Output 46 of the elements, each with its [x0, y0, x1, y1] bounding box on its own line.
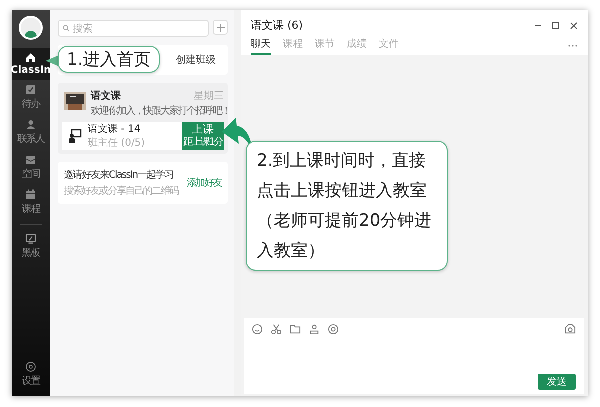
step-tooltip: 1.进入首页	[58, 46, 160, 73]
send-button[interactable]: 发送	[538, 374, 576, 390]
chat-title: 语文课 (6)	[251, 18, 304, 33]
camera-icon[interactable]	[565, 324, 576, 335]
settings-item[interactable]: 设置	[12, 357, 50, 392]
teacher-board-icon	[68, 129, 82, 143]
folder-icon[interactable]	[290, 324, 301, 335]
chat-tab[interactable]: 成绩	[347, 37, 367, 55]
sidebar-item[interactable]: 课程	[12, 185, 50, 220]
inbox-icon	[25, 154, 37, 166]
chat-tab[interactable]: 聊天	[251, 37, 271, 55]
invite-title: 邀请好友来ClassIn一起学习	[64, 168, 174, 182]
person-icon	[25, 119, 37, 131]
sidebar-item[interactable]: 待办	[12, 80, 50, 115]
create-class-label: 创建班级	[176, 54, 216, 67]
home-icon	[25, 52, 37, 64]
chat-tab[interactable]: 课节	[315, 37, 335, 55]
maximize-icon[interactable]	[552, 22, 560, 30]
scissors-icon[interactable]	[271, 324, 282, 335]
sidebar-item[interactable]: 空间	[12, 150, 50, 185]
plus-icon	[216, 24, 224, 32]
message-input[interactable]: 发送	[244, 318, 584, 394]
lesson-title: 语文课 - 14	[88, 122, 142, 136]
class-card[interactable]: 语文课 星期三 欢迎你加入，快跟大家打个招呼吧！ 语文课 - 14 班主任 (0/5) 上课 距上课1分	[58, 83, 228, 154]
step-tooltip: 2.到上课时间时，直接点击上课按钮进入教室（老师可提前20分钟进入教室）	[246, 141, 448, 271]
calendar-icon	[25, 189, 37, 201]
person-icon[interactable]	[309, 324, 320, 335]
invite-subtitle: 搜索好友或分享自己的二维码	[64, 184, 178, 198]
avatar[interactable]	[19, 16, 43, 40]
close-icon[interactable]	[570, 22, 578, 30]
class-day: 星期三	[194, 89, 224, 103]
emoji-icon[interactable]	[252, 324, 263, 335]
more-icon[interactable]	[568, 44, 578, 48]
add-friend-link[interactable]: 添加好友	[186, 176, 222, 190]
class-name: 语文课	[91, 90, 121, 103]
search-field[interactable]: 搜索	[58, 20, 209, 37]
add-button[interactable]	[213, 20, 228, 35]
board-icon	[25, 233, 37, 245]
sidebar-item[interactable]: 黑板	[12, 229, 50, 264]
chat-tab[interactable]: 课程	[283, 37, 303, 55]
lesson-role: 班主任 (0/5)	[88, 136, 146, 150]
checklist-icon	[25, 84, 37, 96]
search-icon	[63, 25, 70, 32]
chat-tab[interactable]: 文件	[379, 37, 399, 55]
start-class-button[interactable]: 上课 距上课1分	[182, 122, 224, 150]
sidebar-item[interactable]: 联系人	[12, 115, 50, 150]
